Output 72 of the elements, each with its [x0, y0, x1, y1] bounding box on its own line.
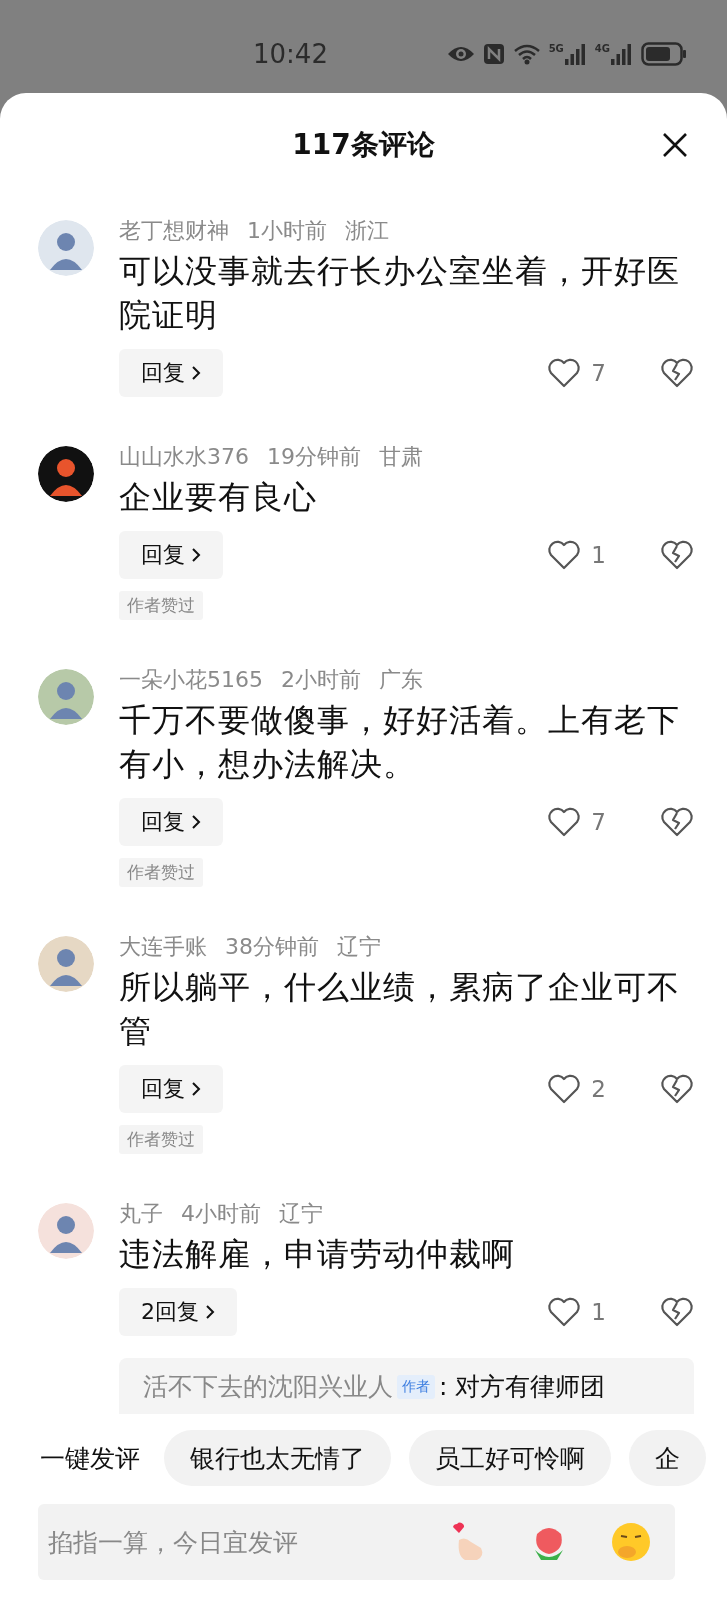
author-liked-tag: 作者赞过 [119, 591, 203, 620]
broken-heart-icon [660, 358, 694, 388]
comment-text: 违法解雇，申请劳动仲裁啊 [119, 1234, 516, 1275]
heart-icon [547, 358, 582, 388]
user-name[interactable]: 丸子 [119, 1198, 163, 1230]
broken-heart-icon [660, 807, 694, 837]
chevron-icon [191, 365, 201, 381]
chevron-icon [205, 1304, 215, 1320]
reply-button[interactable]: 回复 [119, 349, 223, 397]
chevron-icon [191, 1081, 201, 1097]
dislike-button[interactable] [660, 358, 694, 388]
comment-location: 辽宁 [337, 933, 381, 961]
dislike-button[interactable] [660, 1297, 694, 1327]
avatar[interactable] [38, 446, 94, 502]
like-button[interactable]: 1 [547, 540, 606, 570]
broken-heart-icon [660, 1297, 694, 1327]
comment-time: 4小时前 [181, 1200, 261, 1228]
author-badge: 作者 [397, 1375, 435, 1399]
quick-comment-label: 一键发评 [40, 1442, 140, 1475]
user-name[interactable]: 大连手账 [119, 931, 207, 963]
quick-comment-chip[interactable]: 企 [629, 1430, 706, 1486]
author-liked-tag: 作者赞过 [119, 1125, 203, 1154]
reply-preview[interactable]: 活不下去的沈阳兴业人 作者 : 对方有律师团 [119, 1358, 694, 1414]
comment-text: 企业要有良心 [119, 477, 318, 518]
dislike-button[interactable] [660, 540, 694, 570]
comment-location: 辽宁 [279, 1200, 323, 1228]
comment-location: 甘肃 [379, 443, 423, 471]
reply-button[interactable]: 2回复 [119, 1288, 237, 1336]
quick-comment-chip[interactable]: 员工好可怜啊 [409, 1430, 611, 1486]
signal-icon [611, 42, 633, 65]
comment-text: 所以躺平，什么业绩，累病了企业可不管 [119, 967, 681, 1052]
quick-comment-chip[interactable]: 银行也太无情了 [164, 1430, 391, 1486]
reply-user-name: 活不下去的沈阳兴业人 [143, 1371, 393, 1403]
user-name[interactable]: 老丁想财神 [119, 215, 229, 247]
comment-input[interactable]: 掐指一算，今日宜发评 [46, 1526, 407, 1558]
like-button[interactable]: 7 [547, 807, 606, 837]
comment-text: 千万不要做傻事，好好活着。上有老下有小，想办法解决。 [119, 700, 681, 785]
broken-heart-icon [660, 540, 694, 570]
user-name[interactable]: 山山水水376 [119, 441, 249, 473]
battery-icon [641, 41, 687, 66]
heart-icon [547, 807, 582, 837]
comment-time: 38分钟前 [225, 933, 319, 961]
comment-text: 可以没事就去行长办公室坐着，开好医院证明 [119, 251, 681, 336]
chevron-icon [191, 547, 201, 563]
user-name[interactable]: 一朵小花5165 [119, 664, 263, 696]
wifi-icon [512, 42, 541, 65]
reply-button[interactable]: 回复 [119, 798, 223, 846]
comment-location: 浙江 [345, 217, 389, 245]
dislike-button[interactable] [660, 1074, 694, 1104]
reply-button[interactable]: 回复 [119, 1065, 223, 1113]
comment-time: 2小时前 [281, 666, 361, 694]
signal-icon [564, 42, 587, 65]
heart-icon [547, 1297, 582, 1327]
network-label: 5G [548, 42, 564, 54]
comment-time: 19分钟前 [267, 443, 361, 471]
reply-button[interactable]: 回复 [119, 531, 223, 579]
like-button[interactable]: 1 [547, 1297, 606, 1327]
broken-heart-icon [660, 1074, 694, 1104]
network-label: 4G [594, 42, 610, 54]
author-liked-tag: 作者赞过 [119, 858, 203, 887]
like-button[interactable]: 2 [547, 1074, 606, 1104]
sheet-title: 117条评论 [292, 127, 435, 163]
reply-text: : 对方有律师团 [439, 1371, 606, 1403]
status-time: 10:42 [253, 38, 328, 69]
heart-icon [547, 1074, 582, 1104]
comment-time: 1小时前 [247, 217, 327, 245]
like-button[interactable]: 7 [547, 358, 606, 388]
chevron-icon [191, 814, 201, 830]
comment-location: 广东 [379, 666, 423, 694]
heart-icon [547, 540, 582, 570]
dislike-button[interactable] [660, 807, 694, 837]
nfc-icon [482, 42, 505, 65]
